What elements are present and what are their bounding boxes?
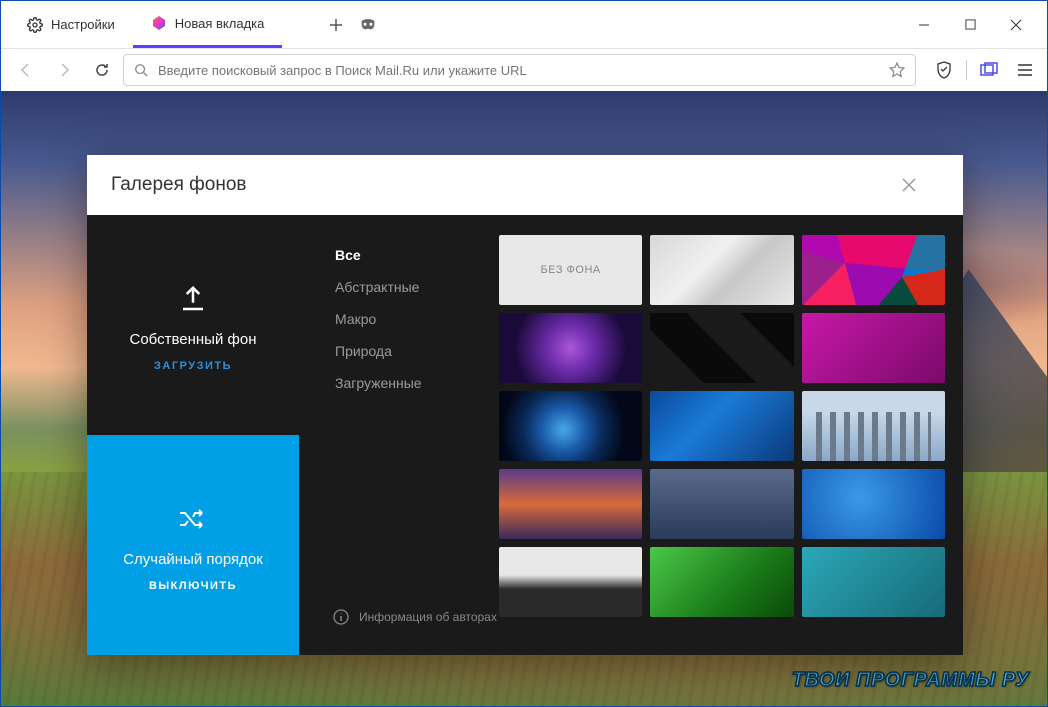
thumb-blue[interactable]: [802, 469, 945, 539]
shield-button[interactable]: [930, 56, 958, 84]
random-title: Случайный порядок: [123, 551, 263, 568]
urlbar[interactable]: [123, 54, 916, 86]
close-icon: [1010, 19, 1022, 31]
window-maximize[interactable]: [947, 10, 993, 40]
watermark: ТВОИ ПРОГРАММЫ РУ: [792, 669, 1029, 692]
authors-info[interactable]: Информация об авторах: [333, 609, 499, 639]
panels-icon: [980, 62, 998, 78]
thumb-buildings[interactable]: [802, 391, 945, 461]
modal-title: Галерея фонов: [111, 174, 247, 196]
thumb-bw[interactable]: [499, 547, 642, 617]
mask-icon: [359, 18, 377, 32]
new-tab-button[interactable]: [322, 11, 350, 39]
thumb-magenta[interactable]: [802, 313, 945, 383]
shield-icon: [936, 61, 952, 79]
thumb-green[interactable]: [650, 547, 793, 617]
custom-bg-title: Собственный фон: [130, 331, 257, 348]
authors-info-label: Информация об авторах: [359, 610, 497, 624]
maximize-icon: [965, 19, 976, 30]
thumb-sunset[interactable]: [499, 469, 642, 539]
modal-close-button[interactable]: [879, 155, 939, 215]
random-order-card[interactable]: Случайный порядок Выключить: [87, 435, 299, 655]
thumb-purple-orb[interactable]: [499, 313, 642, 383]
upload-button[interactable]: Загрузить: [154, 360, 232, 372]
modal-header: Галерея фонов: [87, 155, 963, 215]
toolbar: [1, 49, 1047, 91]
urlbar-input[interactable]: [158, 63, 879, 78]
category-list: Все Абстрактные Макро Природа Загруженны…: [299, 215, 499, 655]
nav-back[interactable]: [9, 53, 43, 87]
thumb-stained-glass[interactable]: [802, 235, 945, 305]
thumb-bluegray[interactable]: [650, 469, 793, 539]
random-toggle-button[interactable]: Выключить: [149, 580, 237, 592]
thumb-no-background[interactable]: БЕЗ ФОНА: [499, 235, 642, 305]
modal-sidebar: Собственный фон Загрузить Случайный поря…: [87, 215, 299, 655]
plus-icon: [329, 18, 343, 32]
tab-newtab[interactable]: Новая вкладка: [133, 1, 283, 48]
category-macro[interactable]: Макро: [335, 303, 499, 335]
reload-icon: [94, 62, 110, 78]
minimize-icon: [918, 19, 930, 31]
thumb-planet[interactable]: [499, 391, 642, 461]
titlebar: Настройки Новая вкладка: [1, 1, 1047, 49]
category-all[interactable]: Все: [335, 239, 499, 271]
hamburger-icon: [1017, 63, 1033, 77]
category-abstract[interactable]: Абстрактные: [335, 271, 499, 303]
upload-icon: [178, 279, 208, 319]
shuffle-icon: [178, 499, 208, 539]
thumb-teal[interactable]: [802, 547, 945, 617]
chevron-left-icon: [18, 62, 34, 78]
bookmark-star[interactable]: [889, 62, 905, 78]
separator: [966, 60, 967, 80]
custom-background-card[interactable]: Собственный фон Загрузить: [87, 215, 299, 435]
close-icon: [901, 177, 917, 193]
chevron-right-icon: [56, 62, 72, 78]
category-uploaded[interactable]: Загруженные: [335, 367, 499, 399]
tab-label: Новая вкладка: [175, 16, 265, 31]
thumb-water[interactable]: [650, 391, 793, 461]
window-close[interactable]: [993, 10, 1039, 40]
backgrounds-modal: Галерея фонов Собственный фон Загрузить: [87, 155, 963, 655]
private-mode-button[interactable]: [354, 11, 382, 39]
star-icon: [889, 62, 905, 78]
info-icon: [333, 609, 349, 625]
tab-settings[interactable]: Настройки: [9, 1, 133, 48]
tab-label: Настройки: [51, 17, 115, 32]
thumb-abstract-gray[interactable]: [650, 235, 793, 305]
search-icon: [134, 63, 148, 77]
menu-button[interactable]: [1011, 56, 1039, 84]
nav-forward[interactable]: [47, 53, 81, 87]
atom-icon: [151, 15, 167, 31]
sidebar-button[interactable]: [975, 56, 1003, 84]
gear-icon: [27, 17, 43, 33]
category-nature[interactable]: Природа: [335, 335, 499, 367]
gallery: БЕЗ ФОНА: [499, 215, 963, 655]
thumb-dark-tiles[interactable]: [650, 313, 793, 383]
window-minimize[interactable]: [901, 10, 947, 40]
nav-reload[interactable]: [85, 53, 119, 87]
content-area: ТВОИ ПРОГРАММЫ РУ Галерея фонов Собствен…: [1, 91, 1047, 706]
